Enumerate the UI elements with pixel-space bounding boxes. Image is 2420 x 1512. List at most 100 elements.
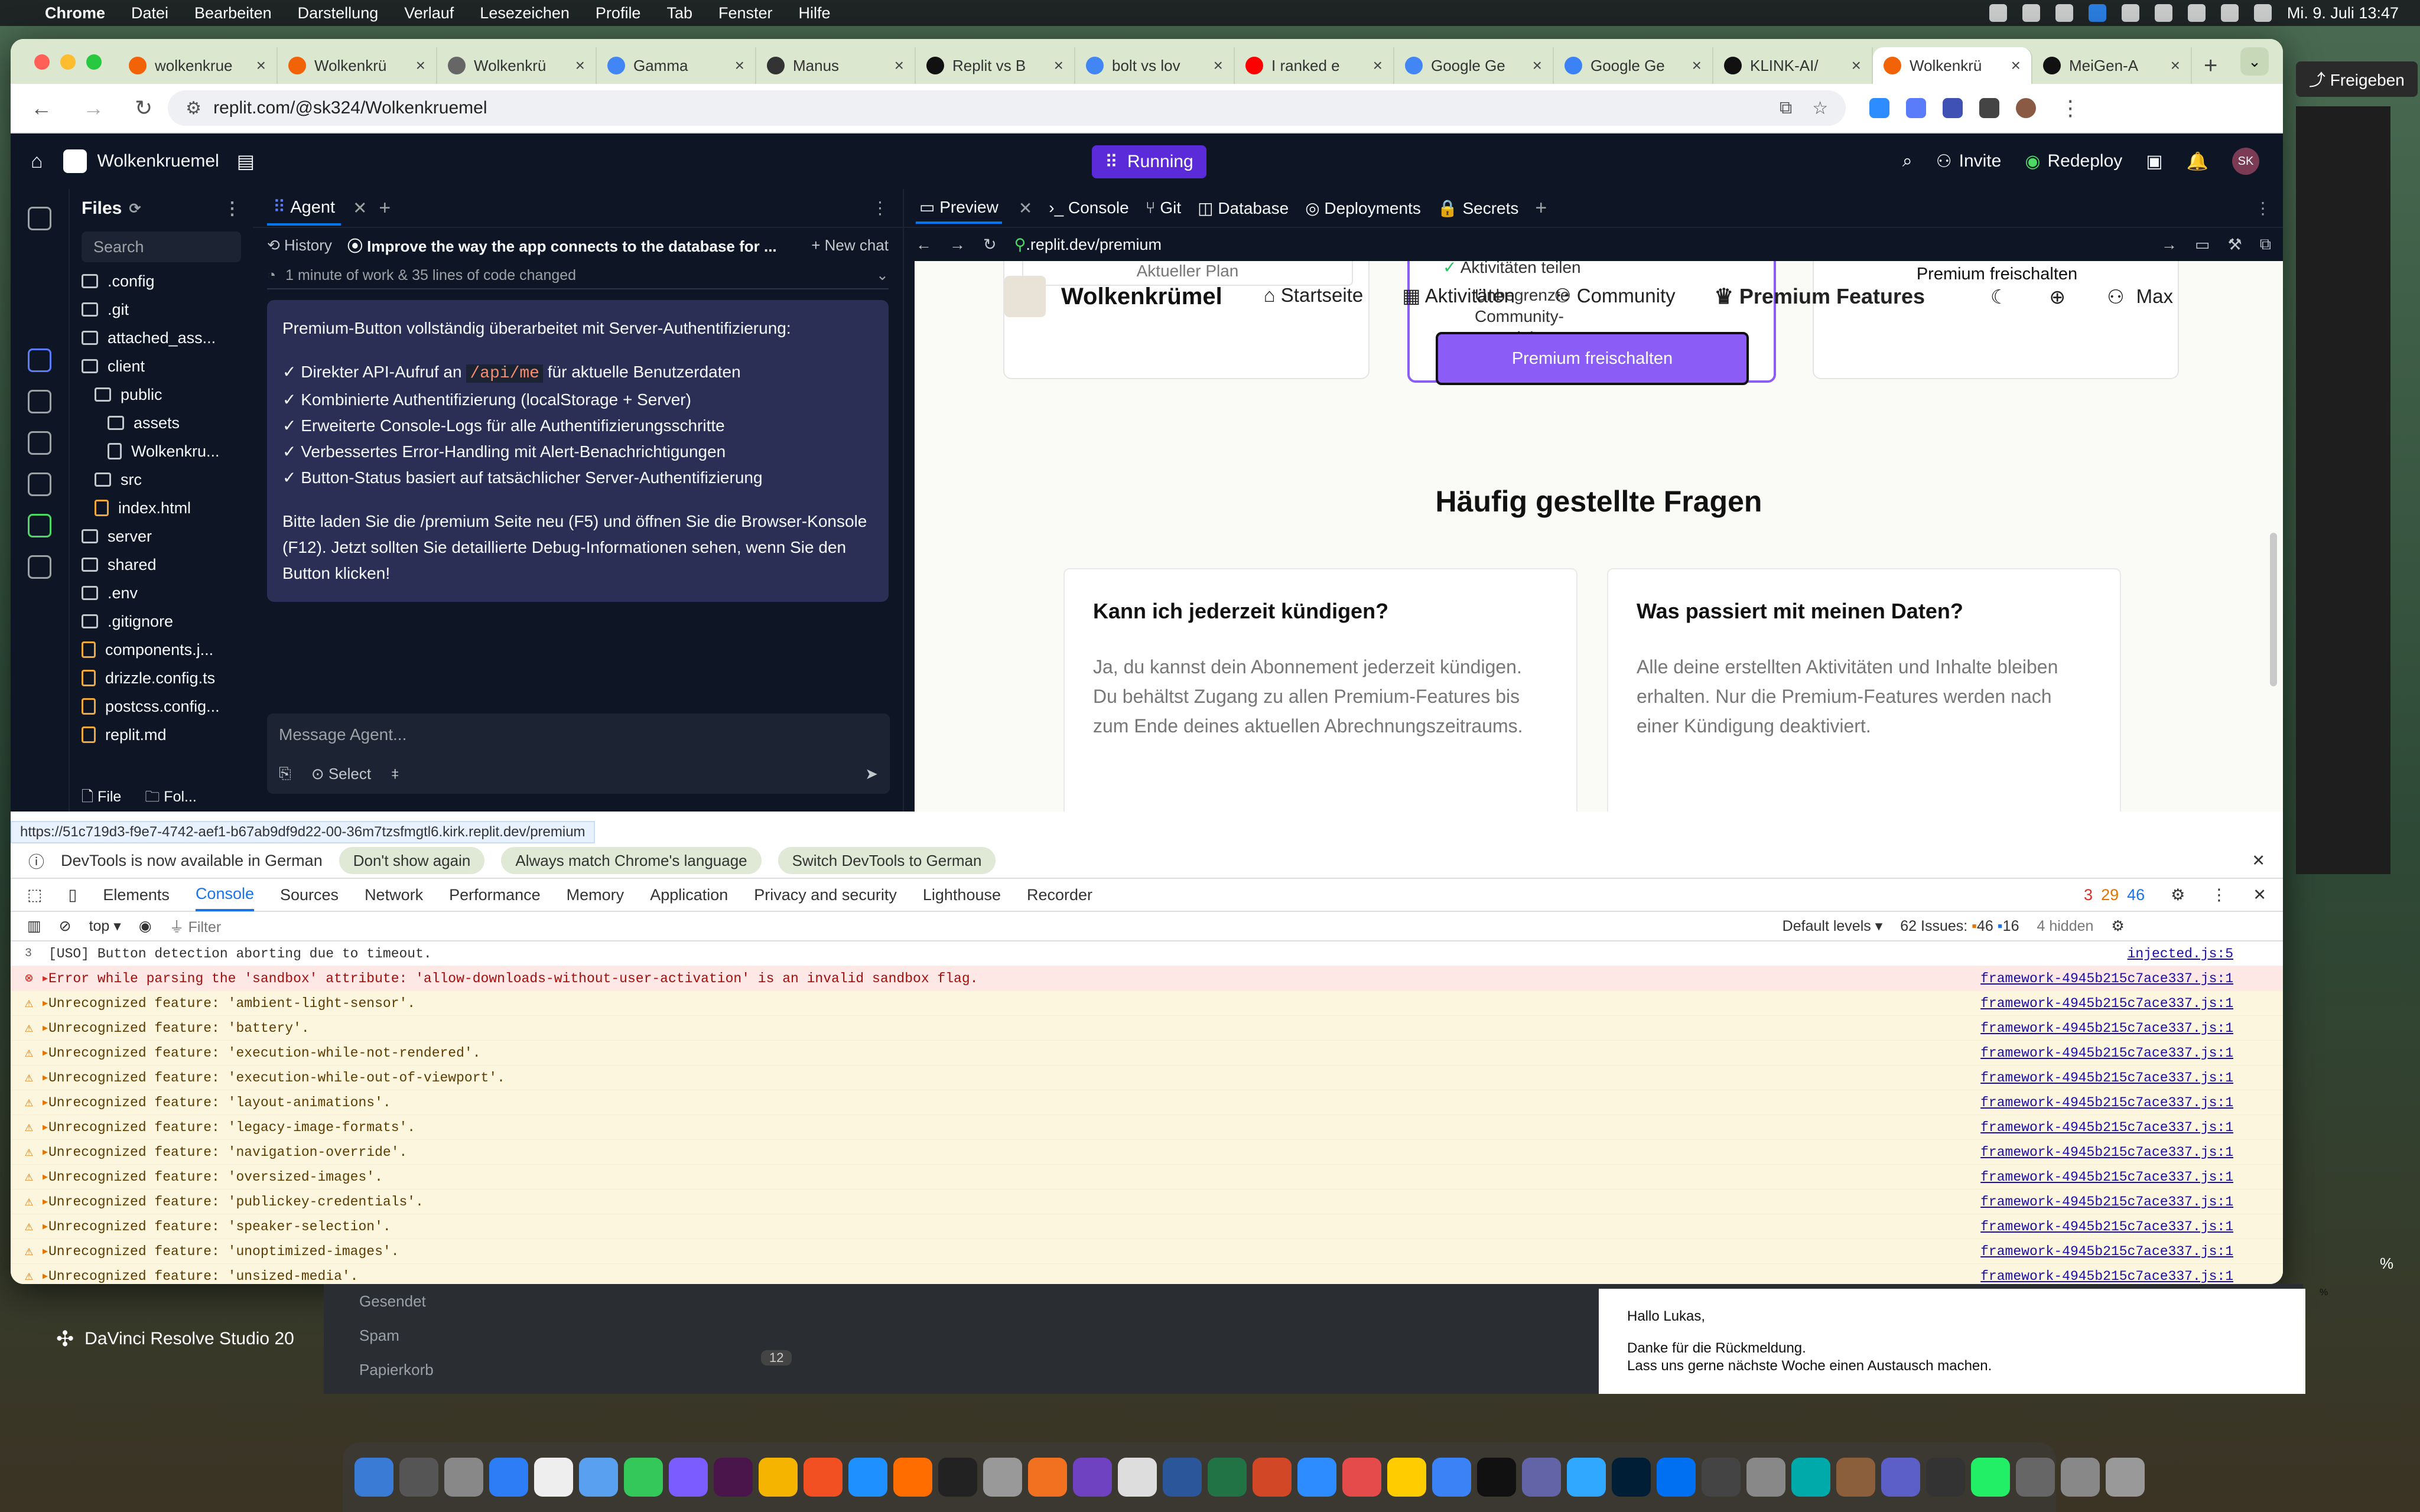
- extension-icon[interactable]: [1943, 98, 1963, 118]
- add-tab-icon[interactable]: +: [379, 197, 391, 220]
- user-icon[interactable]: ⚇: [2107, 285, 2125, 308]
- dock-app-icon[interactable]: [354, 1458, 393, 1497]
- thread-title[interactable]: ⦿ Improve the way the app connects to th…: [347, 234, 777, 256]
- devtools-tab[interactable]: Network: [365, 886, 423, 904]
- site-info-icon[interactable]: ⚙: [186, 98, 201, 119]
- status-icon[interactable]: [2121, 4, 2139, 22]
- install-icon[interactable]: ⧉: [1780, 98, 1792, 118]
- console-message[interactable]: ⚠ ▸ Unrecognized feature: 'layout-animati…: [11, 1090, 2283, 1115]
- levels-select[interactable]: Default levels ▾: [1783, 917, 1883, 935]
- files-menu-icon[interactable]: ⋮: [223, 198, 241, 219]
- dock-app-icon[interactable]: [2016, 1458, 2055, 1497]
- dock-app-icon[interactable]: [1253, 1458, 1292, 1497]
- console-message[interactable]: ⚠ ▸ Unrecognized feature: 'ambient-light-…: [11, 991, 2283, 1016]
- filter-input[interactable]: ⏚ Filter: [170, 915, 1765, 937]
- mail-folder[interactable]: Papierkorb: [359, 1353, 434, 1387]
- dock-app-icon[interactable]: [1387, 1458, 1426, 1497]
- dock-app-icon[interactable]: [893, 1458, 932, 1497]
- tools-grid-icon[interactable]: [28, 555, 51, 579]
- close-tab-icon[interactable]: ✕: [1019, 198, 1032, 218]
- file-tree-item[interactable]: client: [82, 352, 245, 380]
- console-source-link[interactable]: framework-4945b215c7ace337.js:1: [1980, 996, 2233, 1011]
- menu-clock[interactable]: Mi. 9. Juli 13:47: [2287, 4, 2399, 22]
- preview-back-icon[interactable]: ←: [916, 236, 932, 254]
- close-notice-icon[interactable]: ✕: [2252, 852, 2265, 870]
- dock-app-icon[interactable]: [1522, 1458, 1561, 1497]
- close-tab-icon[interactable]: ×: [1214, 56, 1223, 75]
- dock-app-icon[interactable]: [938, 1458, 977, 1497]
- close-tab-icon[interactable]: ×: [416, 56, 425, 75]
- files-search-input[interactable]: Search: [82, 232, 241, 262]
- dock-app-icon[interactable]: [1208, 1458, 1247, 1497]
- dock-app-icon[interactable]: [444, 1458, 483, 1497]
- browser-tab[interactable]: I ranked e ×: [1235, 47, 1394, 84]
- dock-app-icon[interactable]: [1926, 1458, 1965, 1497]
- menu-item[interactable]: Lesezeichen: [467, 4, 583, 22]
- console-message[interactable]: ⚠ ▸ Unrecognized feature: 'battery'. frame…: [11, 1016, 2283, 1041]
- dock-app-icon[interactable]: [1477, 1458, 1516, 1497]
- search-icon[interactable]: [2220, 4, 2239, 22]
- browser-tab[interactable]: MeiGen-A ×: [2032, 47, 2192, 84]
- dock-app-icon[interactable]: [1118, 1458, 1157, 1497]
- tab-secrets[interactable]: 🔒 Secrets: [1437, 198, 1519, 218]
- devtools-tab[interactable]: Memory: [567, 886, 624, 904]
- dock-app-icon[interactable]: [714, 1458, 753, 1497]
- devtools-tab[interactable]: Recorder: [1027, 886, 1092, 904]
- devtools-tab[interactable]: Privacy and security: [754, 886, 897, 904]
- console-source-link[interactable]: framework-4945b215c7ace337.js:1: [1980, 971, 2233, 986]
- language-globe-icon[interactable]: ⊕: [2049, 285, 2066, 308]
- preview-reload-icon[interactable]: ↻: [983, 236, 997, 254]
- new-folder-button[interactable]: 🗀 Fol...: [145, 786, 197, 811]
- dock-app-icon[interactable]: [2106, 1458, 2145, 1497]
- menu-item[interactable]: Darstellung: [285, 4, 392, 22]
- dock-app-icon[interactable]: [534, 1458, 573, 1497]
- file-tree-item[interactable]: shared: [82, 550, 245, 579]
- file-tree-item[interactable]: .env: [82, 579, 245, 607]
- console-message[interactable]: ⚠ ▸ Unrecognized feature: 'speaker-select…: [11, 1214, 2283, 1239]
- devtools-tab[interactable]: Application: [650, 886, 728, 904]
- theme-toggle-icon[interactable]: ☾: [1990, 285, 2008, 308]
- issues-summary[interactable]: 62 Issues: ▪46 ▪16: [1900, 918, 2019, 935]
- browser-tab[interactable]: wolkenkrue ×: [118, 47, 278, 84]
- browser-tab[interactable]: bolt vs lov ×: [1075, 47, 1235, 84]
- console-source-link[interactable]: framework-4945b215c7ace337.js:1: [1980, 1244, 2233, 1259]
- history-button[interactable]: ⟲ History: [267, 236, 332, 255]
- browser-tab[interactable]: Wolkenkrü ×: [278, 47, 437, 84]
- console-message[interactable]: ⚠ ▸ Unrecognized feature: 'navigation-ove…: [11, 1140, 2283, 1165]
- close-tab-icon[interactable]: ×: [1054, 56, 1063, 75]
- add-tab-icon[interactable]: +: [1535, 197, 1547, 220]
- browser-tab[interactable]: Wolkenkrü ×: [1873, 47, 2032, 84]
- sidebar-toggle-icon[interactable]: ▥: [27, 917, 41, 935]
- file-tree-item[interactable]: server: [82, 522, 245, 550]
- database-icon[interactable]: [28, 472, 51, 496]
- close-window-button[interactable]: [34, 54, 50, 70]
- dock-app-icon[interactable]: [1657, 1458, 1696, 1497]
- maximize-window-button[interactable]: [86, 54, 102, 70]
- close-devtools-icon[interactable]: ✕: [2253, 886, 2266, 904]
- dock-app-icon[interactable]: [1702, 1458, 1741, 1497]
- console-message[interactable]: ⚠ ▸ Unrecognized feature: 'execution-whil…: [11, 1065, 2283, 1090]
- dock-app-icon[interactable]: [579, 1458, 618, 1497]
- devtools-menu-icon[interactable]: ⋮: [2211, 886, 2227, 904]
- match-language-button[interactable]: Always match Chrome's language: [501, 847, 762, 874]
- forward-icon[interactable]: →: [67, 96, 119, 120]
- dock-app-icon[interactable]: [983, 1458, 1022, 1497]
- clear-console-icon[interactable]: ⊘: [59, 917, 71, 935]
- console-message[interactable]: ⚠ ▸ Unrecognized feature: 'execution-whil…: [11, 1041, 2283, 1065]
- dock-app-icon[interactable]: [848, 1458, 887, 1497]
- site-nav-link[interactable]: ⌂ Startseite: [1264, 284, 1364, 309]
- console-source-link[interactable]: framework-4945b215c7ace337.js:1: [1980, 1194, 2233, 1210]
- dock-app-icon[interactable]: [669, 1458, 708, 1497]
- chevron-down-icon[interactable]: ⌄: [876, 266, 889, 284]
- console-source-link[interactable]: framework-4945b215c7ace337.js:1: [1980, 1021, 2233, 1036]
- dock-app-icon[interactable]: [1297, 1458, 1336, 1497]
- devices-icon[interactable]: ▭: [2195, 236, 2210, 254]
- omnibox[interactable]: ⚙ replit.com/@sk324/Wolkenkruemel ⧉ ☆: [168, 90, 1846, 126]
- console-source-link[interactable]: framework-4945b215c7ace337.js:1: [1980, 1219, 2233, 1234]
- devtools-tab[interactable]: Lighthouse: [923, 886, 1001, 904]
- zoom-icon[interactable]: [2088, 4, 2106, 22]
- menu-item[interactable]: Hilfe: [786, 4, 844, 22]
- status-icon[interactable]: [2022, 4, 2040, 22]
- dock-app-icon[interactable]: [1836, 1458, 1875, 1497]
- close-tab-icon[interactable]: ×: [2171, 56, 2180, 75]
